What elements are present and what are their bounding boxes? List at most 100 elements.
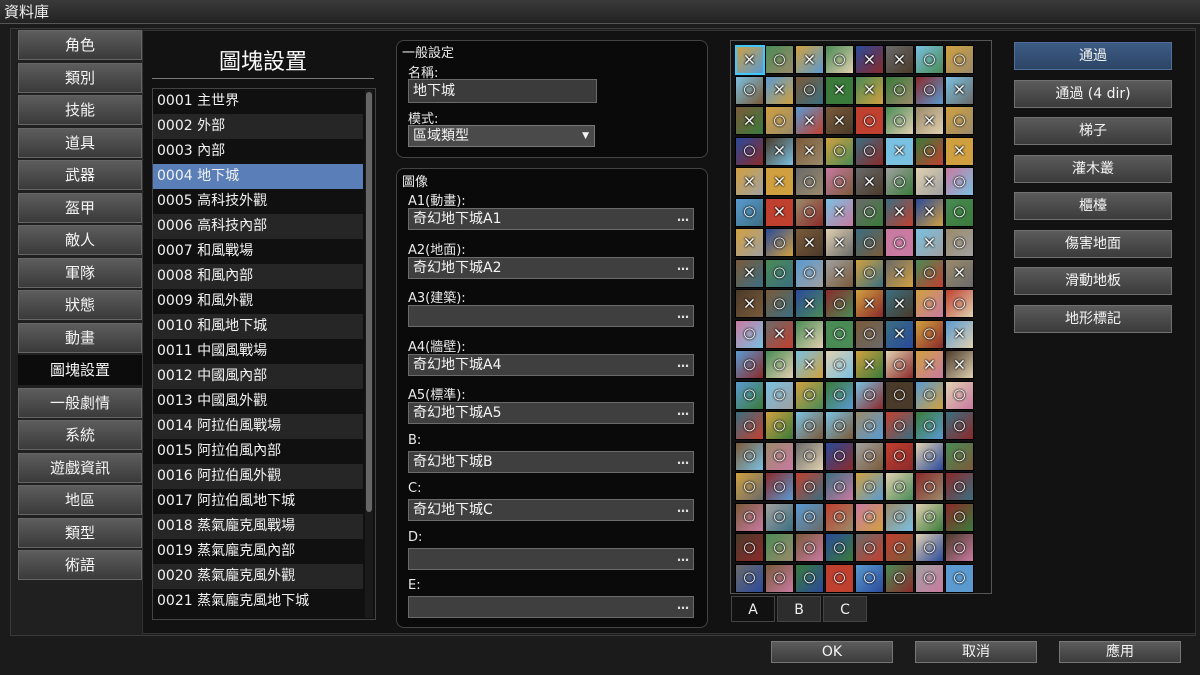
- browse-icon[interactable]: …: [677, 256, 689, 276]
- cancel-button[interactable]: 取消: [915, 641, 1037, 663]
- category-button[interactable]: 動畫: [18, 322, 142, 353]
- tile-cell[interactable]: ○: [795, 197, 824, 227]
- mode-select[interactable]: 區域類型 ▼: [408, 125, 595, 147]
- tile-cell[interactable]: ○: [795, 472, 824, 501]
- tile-cell[interactable]: ○: [795, 167, 824, 196]
- tile-cell[interactable]: ○: [765, 472, 794, 501]
- tile-cell[interactable]: ○: [795, 502, 824, 532]
- list-item[interactable]: 0014 阿拉伯風戰場: [153, 414, 363, 439]
- tile-cell[interactable]: ○: [885, 228, 914, 257]
- tile-cell[interactable]: ○: [945, 228, 974, 257]
- tile-cell[interactable]: ○: [765, 563, 794, 593]
- category-button[interactable]: 一般劇情: [18, 387, 142, 418]
- tile-cell[interactable]: ×: [765, 197, 794, 227]
- tile-cell[interactable]: ○: [765, 441, 794, 471]
- tile-cell[interactable]: ×: [795, 228, 824, 257]
- tileset-viewer[interactable]: × ○ × ○ × × ○ ○ ○ × ○ × × ○ ○ × × ○ × × ○ ○ × ○ ○ × × ○ ○ × ○ × × × ○ ○ × ○ × ○…: [730, 40, 992, 594]
- list-item[interactable]: 0001 主世界: [153, 89, 363, 114]
- tile-cell[interactable]: ×: [915, 197, 944, 227]
- image-field-input[interactable]: 奇幻地下城A5…: [408, 402, 694, 424]
- tile-cell[interactable]: ×: [765, 167, 794, 196]
- mode-button[interactable]: 通過 (4 dir): [1014, 79, 1172, 108]
- tile-cell[interactable]: ○: [765, 411, 794, 440]
- tile-cell[interactable]: ○: [885, 167, 914, 196]
- list-item[interactable]: 0018 蒸氣龐克風戰場: [153, 514, 363, 539]
- image-field-input[interactable]: …: [408, 305, 694, 327]
- tile-cell[interactable]: ○: [855, 106, 884, 135]
- tile-cell[interactable]: ○: [945, 563, 974, 593]
- tile-cell[interactable]: ○: [795, 441, 824, 471]
- tile-cell[interactable]: ×: [795, 289, 824, 318]
- tile-cell[interactable]: ×: [855, 350, 884, 379]
- list-item[interactable]: 0017 阿拉伯風地下城: [153, 489, 363, 514]
- tile-cell[interactable]: ×: [885, 136, 914, 166]
- tile-cell[interactable]: ×: [735, 106, 764, 135]
- tile-cell[interactable]: ○: [825, 502, 854, 532]
- tile-cell[interactable]: ○: [915, 75, 944, 105]
- tile-cell[interactable]: ×: [735, 258, 764, 288]
- tile-cell[interactable]: ×: [855, 289, 884, 318]
- tile-cell[interactable]: ○: [735, 502, 764, 532]
- browse-icon[interactable]: …: [677, 207, 689, 227]
- list-item[interactable]: 0015 阿拉伯風內部: [153, 439, 363, 464]
- tile-cell[interactable]: ○: [855, 563, 884, 593]
- tile-cell[interactable]: ○: [795, 533, 824, 562]
- browse-icon[interactable]: …: [677, 401, 689, 421]
- tile-cell[interactable]: ○: [765, 533, 794, 562]
- tile-cell[interactable]: ○: [915, 502, 944, 532]
- tile-cell[interactable]: ○: [735, 197, 764, 227]
- tile-cell[interactable]: ○: [855, 197, 884, 227]
- tile-cell[interactable]: ○: [825, 136, 854, 166]
- tile-cell[interactable]: ×: [735, 228, 764, 257]
- tile-cell[interactable]: ○: [735, 319, 764, 349]
- tileset-list-scrollbar-thumb[interactable]: [366, 92, 372, 512]
- tile-cell[interactable]: ○: [945, 533, 974, 562]
- browse-icon[interactable]: …: [677, 547, 689, 567]
- mode-button[interactable]: 滑動地板: [1014, 267, 1172, 295]
- list-item[interactable]: 0003 內部: [153, 139, 363, 164]
- tile-cell[interactable]: ○: [885, 441, 914, 471]
- mode-button[interactable]: 傷害地面: [1014, 229, 1172, 258]
- tile-cell[interactable]: ○: [915, 563, 944, 593]
- tile-cell[interactable]: ×: [825, 75, 854, 105]
- tile-cell[interactable]: ○: [915, 136, 944, 166]
- category-button[interactable]: 敵人: [18, 225, 142, 255]
- tile-cell[interactable]: ×: [825, 197, 854, 227]
- mode-button[interactable]: 通過: [1014, 42, 1172, 70]
- list-item[interactable]: 0006 高科技內部: [153, 214, 363, 239]
- tile-cell[interactable]: ○: [885, 533, 914, 562]
- tile-cell[interactable]: ○: [915, 258, 944, 288]
- tile-cell[interactable]: ○: [795, 75, 824, 105]
- tile-cell[interactable]: ○: [825, 472, 854, 501]
- tile-cell[interactable]: ○: [795, 258, 824, 288]
- tile-cell[interactable]: ×: [825, 106, 854, 135]
- tile-cell[interactable]: ○: [945, 106, 974, 135]
- tile-cell[interactable]: ○: [765, 289, 794, 318]
- tile-cell[interactable]: ○: [735, 472, 764, 501]
- tile-cell[interactable]: ×: [945, 319, 974, 349]
- tile-cell[interactable]: ○: [885, 106, 914, 135]
- tile-cell[interactable]: ○: [945, 472, 974, 501]
- tile-cell[interactable]: ○: [735, 563, 764, 593]
- mode-button[interactable]: 地形標記: [1014, 304, 1172, 333]
- tile-cell[interactable]: ○: [915, 45, 944, 74]
- list-item[interactable]: 0004 地下城: [153, 164, 363, 189]
- tile-cell[interactable]: ○: [855, 533, 884, 562]
- mode-button[interactable]: 梯子: [1014, 117, 1172, 145]
- tile-cell[interactable]: ○: [735, 380, 764, 410]
- tileset-tab[interactable]: A: [731, 596, 775, 622]
- tile-cell[interactable]: ○: [825, 167, 854, 196]
- image-field-input[interactable]: 奇幻地下城B…: [408, 450, 694, 473]
- tile-cell[interactable]: ×: [765, 319, 794, 349]
- tile-cell[interactable]: ○: [915, 319, 944, 349]
- tile-cell[interactable]: ○: [735, 411, 764, 440]
- tile-cell[interactable]: ○: [735, 533, 764, 562]
- category-button[interactable]: 狀態: [18, 290, 142, 320]
- tile-cell[interactable]: ○: [825, 533, 854, 562]
- category-button[interactable]: 地區: [18, 485, 142, 515]
- category-button[interactable]: 武器: [18, 160, 142, 190]
- tile-cell[interactable]: ○: [825, 350, 854, 379]
- tile-cell[interactable]: ○: [765, 106, 794, 135]
- browse-icon[interactable]: …: [677, 353, 689, 373]
- tile-cell[interactable]: ○: [885, 502, 914, 532]
